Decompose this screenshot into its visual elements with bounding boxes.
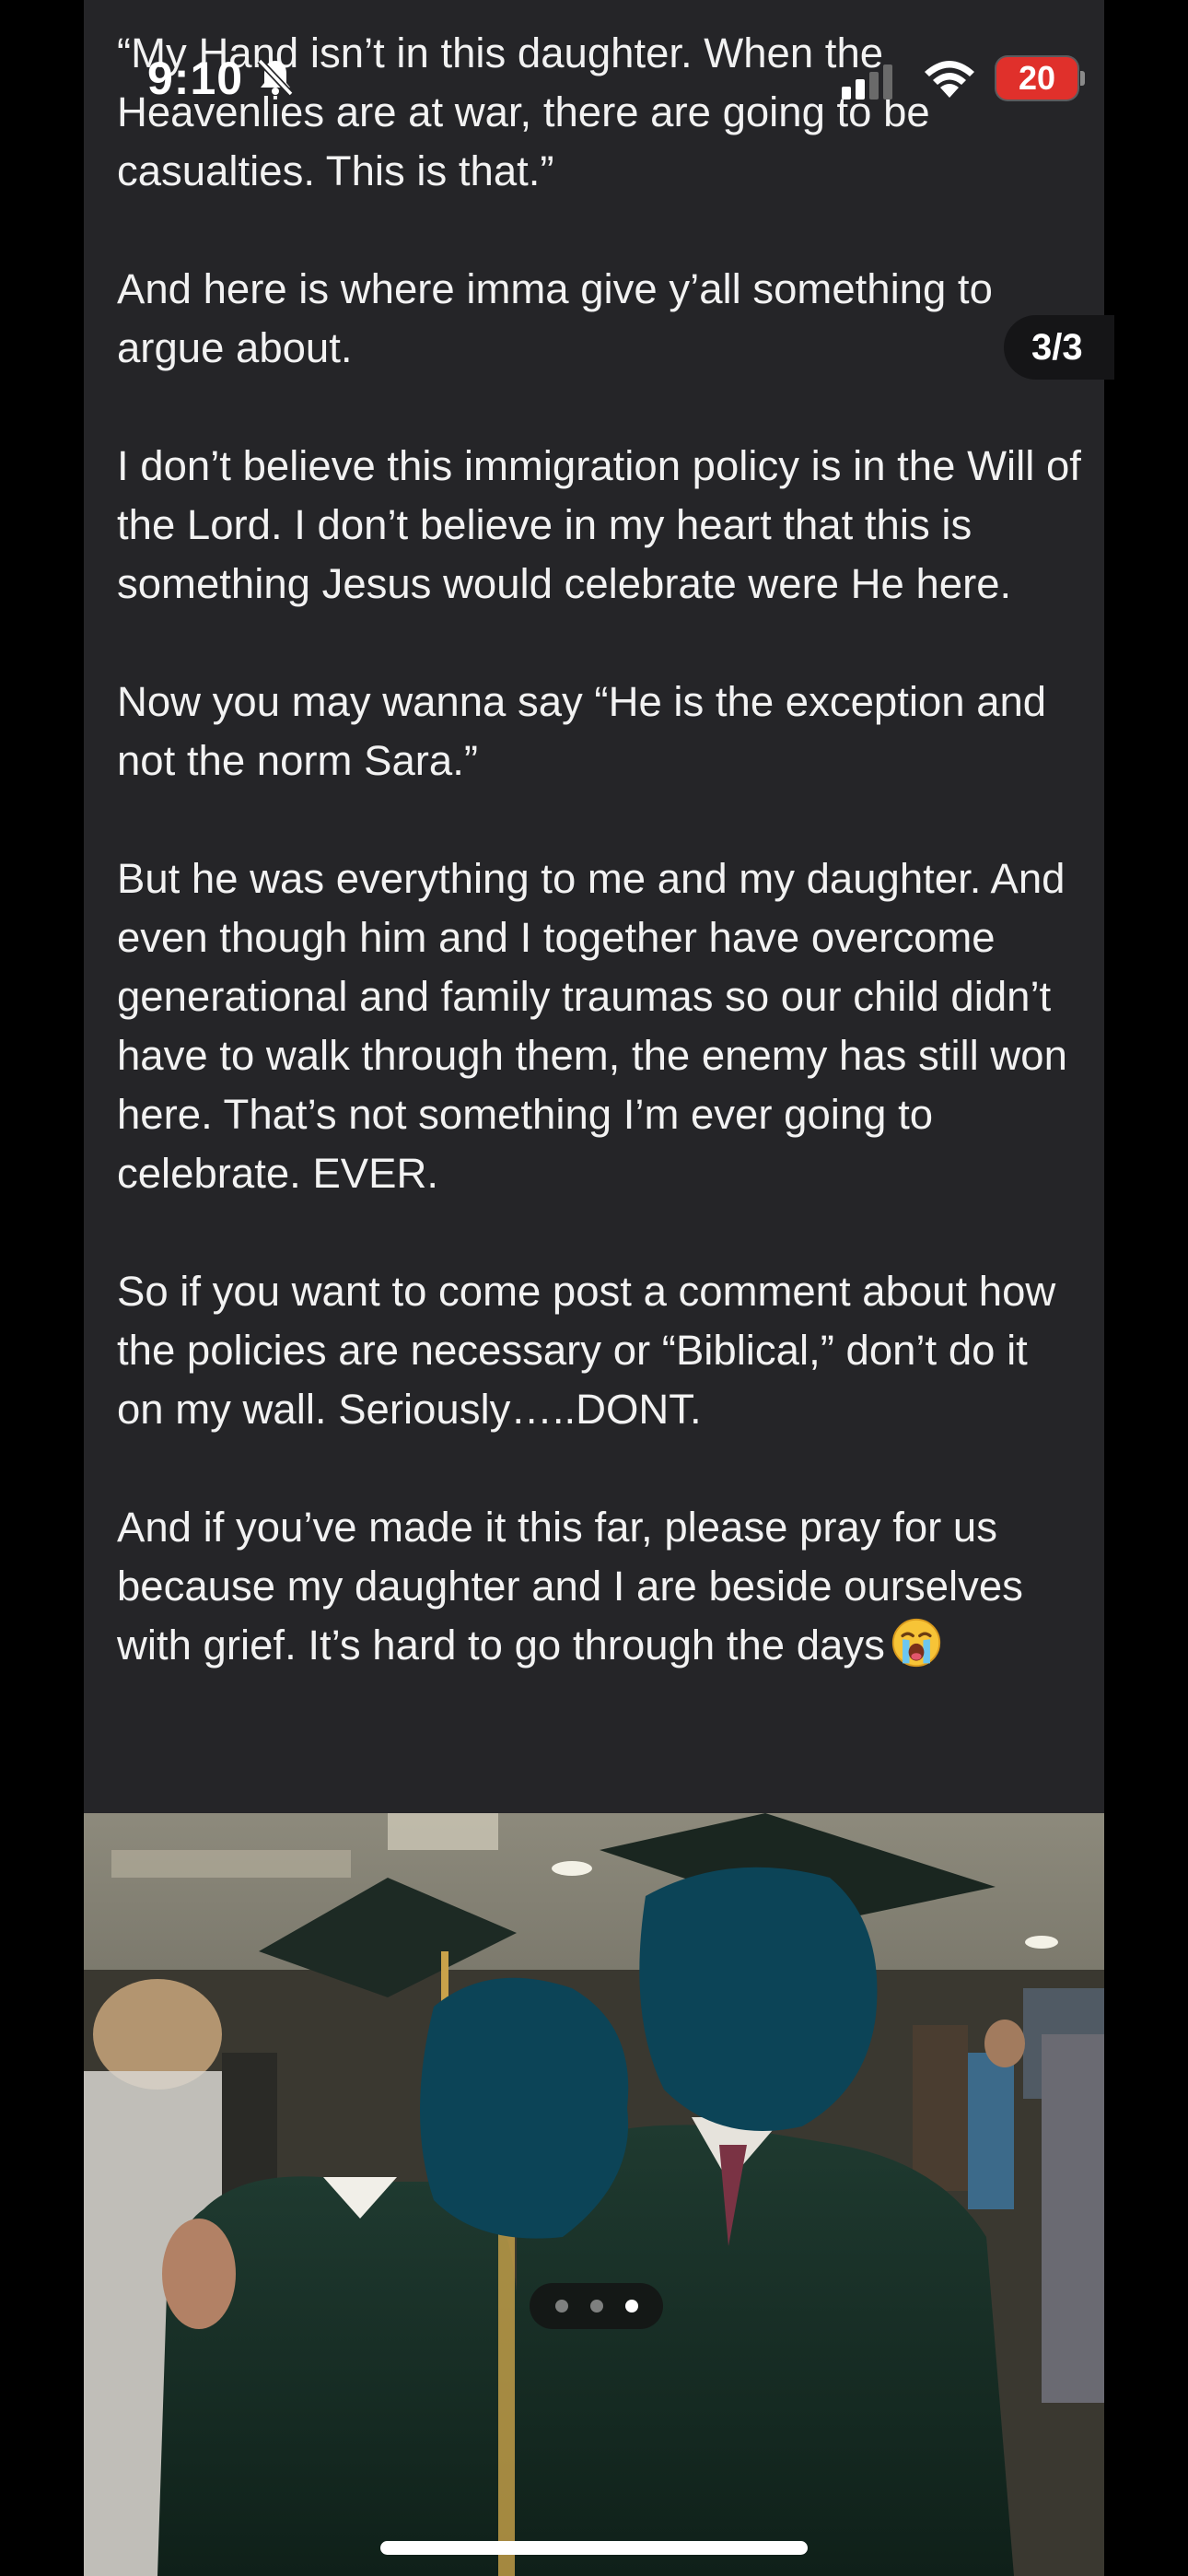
- post-paragraph-text: And if you’ve made it this far, please p…: [117, 1504, 1023, 1669]
- page-counter: 3/3: [1004, 315, 1114, 380]
- screen: “My Hand isn’t in this daughter. When th…: [0, 0, 1188, 2576]
- carousel-dot-3[interactable]: [625, 2300, 638, 2313]
- battery-indicator: 20: [996, 57, 1077, 100]
- loudly-crying-face-icon: [891, 1618, 940, 1668]
- post-paragraph-last: And if you’ve made it this far, please p…: [117, 1498, 1084, 1675]
- post-content[interactable]: “My Hand isn’t in this daughter. When th…: [84, 0, 1104, 1813]
- post-paragraph: And here is where imma give y’all someth…: [117, 265, 993, 371]
- graduation-photo: [84, 1813, 1104, 2576]
- status-time: 9:10: [147, 53, 244, 104]
- post-text: “My Hand isn’t in this daughter. When th…: [117, 24, 1084, 1734]
- post-paragraph: So if you want to come post a comment ab…: [117, 1268, 1056, 1433]
- wifi-icon: [925, 61, 974, 98]
- battery-cap: [1080, 71, 1085, 86]
- carousel-dot-2[interactable]: [590, 2300, 603, 2313]
- bell-slash-icon: [257, 58, 294, 97]
- post-paragraph: But he was everything to me and my daugh…: [117, 855, 1067, 1197]
- cellular-signal-icon: [842, 64, 892, 100]
- carousel-dot-1[interactable]: [555, 2300, 568, 2313]
- carousel-dots[interactable]: [530, 2283, 663, 2329]
- post-paragraph: I don’t believe this immigration policy …: [117, 442, 1081, 607]
- post-photo[interactable]: [84, 1813, 1104, 2576]
- home-indicator[interactable]: [380, 2541, 808, 2555]
- post-paragraph: “My Hand isn’t in this daughter. When th…: [117, 29, 930, 194]
- post-paragraph: Now you may wanna say “He is the excepti…: [117, 678, 1047, 784]
